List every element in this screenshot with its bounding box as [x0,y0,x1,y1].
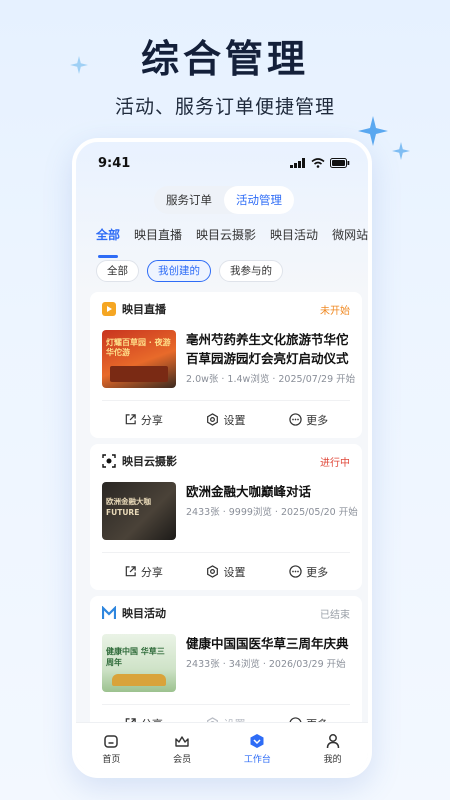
home-icon [104,734,119,748]
activity-card[interactable]: 映目活动 已结束 健康中国 华草三周年 健康中国国医华草三周年庆典 2433张 … [90,596,362,742]
more-icon [289,413,302,426]
settings-label: 设置 [223,565,246,579]
tab-cloud-photo[interactable]: 映目云摄影 [196,226,256,252]
event-title: 健康中国国医华草三周年庆典 [186,636,349,651]
event-title: 亳州芍药养生文化旅游节华佗百草园游园灯会亮灯启动仪式 [186,332,349,366]
status-badge: 未开始 [320,305,350,317]
wifi-icon [311,158,325,168]
nav-profile-label: 我的 [323,754,342,765]
status-bar: 9:41 [76,156,368,176]
camera-icon [102,454,116,468]
thumbnail-caption: 灯耀百草园 · 夜游华佗游 [106,338,171,357]
card-actions: 分享 设置 更多 [102,552,350,590]
nav-home[interactable]: 首页 [102,733,120,765]
settings-button[interactable]: 设置 [206,412,245,428]
settings-icon [207,565,219,578]
member-icon [175,735,189,747]
card-type-label: 映目直播 [122,303,166,316]
share-label: 分享 [140,565,163,579]
sparkle-icon [70,56,88,74]
workbench-icon [250,733,264,748]
share-label: 分享 [140,413,163,427]
status-badge: 已结束 [320,609,350,621]
more-label: 更多 [306,413,329,427]
nav-workbench[interactable]: 工作台 [244,733,271,765]
more-icon [289,565,302,578]
more-button[interactable]: 更多 [289,564,328,580]
event-meta: 2433张 · 9999浏览 · 2025/05/20 开始 [186,507,358,518]
status-badge: 进行中 [320,457,350,469]
event-thumbnail[interactable]: 欧洲金融大咖 FUTURE [102,482,176,540]
thumbnail-caption: 健康中国 华草三周年 [106,647,165,667]
category-tabs: 全部 映目直播 映目云摄影 映目活动 微网站 [96,226,368,258]
bottom-nav: 首页 会员 工作台 我的 [76,722,368,774]
battery-icon [330,158,350,168]
event-thumbnail[interactable]: 灯耀百草园 · 夜游华佗游 [102,330,176,388]
tab-activity[interactable]: 映目活动 [270,226,318,252]
phone-frame: 9:41 服务订单 活动管理 全部 映目直播 映目云摄影 映目活动 微网站 全部… [72,138,372,778]
signal-icon [290,158,305,168]
settings-icon [207,413,219,426]
event-meta: 2433张 · 34浏览 · 2026/03/29 开始 [186,659,346,670]
event-thumbnail[interactable]: 健康中国 华草三周年 [102,634,176,692]
filter-chips: 全部 我创建的 我参与的 [96,260,283,282]
status-time: 9:41 [98,156,131,171]
card-actions: 分享 设置 更多 [102,400,350,438]
filter-all[interactable]: 全部 [96,260,139,282]
thumbnail-caption: 欧洲金融大咖 FUTURE [106,497,151,517]
settings-label: 设置 [223,413,246,427]
nav-profile[interactable]: 我的 [324,733,342,765]
filter-created-by-me[interactable]: 我创建的 [147,260,211,282]
status-icons [290,158,350,168]
nav-workbench-label: 工作台 [243,754,271,765]
share-icon [125,566,136,577]
tab-microsite[interactable]: 微网站 [332,226,368,252]
more-button[interactable]: 更多 [289,412,328,428]
nav-member[interactable]: 会员 [173,733,191,765]
event-meta: 2.0w张 · 1.4w浏览 · 2025/07/29 开始 [186,374,356,385]
activity-card[interactable]: 映目直播 未开始 灯耀百草园 · 夜游华佗游 亳州芍药养生文化旅游节华佗百草园游… [90,292,362,438]
more-label: 更多 [306,565,329,579]
event-title: 欧洲金融大咖巅峰对话 [186,484,312,499]
seg-activity-manage[interactable]: 活动管理 [224,186,294,214]
card-type-label: 映目云摄影 [122,455,177,468]
share-icon [125,414,136,425]
seg-service-orders[interactable]: 服务订单 [154,186,224,214]
profile-icon [326,733,339,748]
tab-all[interactable]: 全部 [96,226,120,258]
hero-subtitle: 活动、服务订单便捷管理 [114,96,335,118]
nav-home-label: 首页 [102,754,121,765]
share-button[interactable]: 分享 [124,564,163,580]
tab-live[interactable]: 映目直播 [134,226,182,252]
settings-button[interactable]: 设置 [206,564,245,580]
share-button[interactable]: 分享 [124,412,163,428]
activity-icon [102,606,116,619]
segmented-control: 服务订单 活动管理 [154,186,294,214]
hero-title: 综合管理 [140,37,309,81]
nav-member-label: 会员 [173,754,192,765]
live-icon [102,302,116,316]
activity-card[interactable]: 映目云摄影 进行中 欧洲金融大咖 FUTURE 欧洲金融大咖巅峰对话 2433张… [90,444,362,590]
card-type-label: 映目活动 [122,607,166,620]
filter-joined[interactable]: 我参与的 [219,260,283,282]
sparkle-icon [392,142,410,160]
